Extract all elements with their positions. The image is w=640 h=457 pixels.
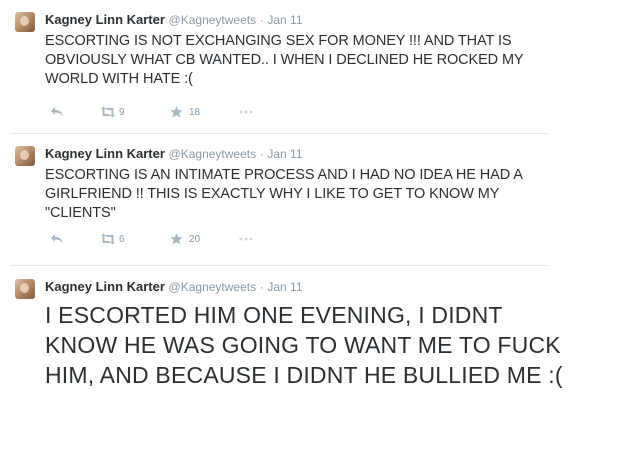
author-name[interactable]: Kagney Linn Karter <box>45 279 165 294</box>
tweet-date[interactable]: Jan 11 <box>267 280 302 294</box>
favorite-count: 18 <box>189 106 201 118</box>
tweet-header: Kagney Linn Karter @Kagneytweets · Jan 1… <box>45 279 303 295</box>
star-icon <box>170 233 184 245</box>
favorite-button[interactable]: 18 <box>170 106 200 118</box>
retweet-count: 9 <box>119 106 125 118</box>
author-handle[interactable]: @Kagneytweets <box>169 280 257 294</box>
tweet-date[interactable]: Jan 11 <box>267 13 302 27</box>
favorite-count: 20 <box>189 233 201 245</box>
star-icon <box>170 106 184 118</box>
reply-button[interactable] <box>50 106 64 118</box>
retweet-icon <box>100 233 115 245</box>
tweet-divider <box>10 133 548 134</box>
retweet-count: 6 <box>119 233 125 245</box>
header-separator: · <box>259 280 264 294</box>
more-icon <box>238 233 253 245</box>
more-icon <box>238 106 253 118</box>
tweet-divider <box>10 265 548 266</box>
tweet-header: Kagney Linn Karter @Kagneytweets · Jan 1… <box>45 146 303 162</box>
tweet-header: Kagney Linn Karter @Kagneytweets · Jan 1… <box>45 12 303 28</box>
header-separator: · <box>259 13 264 27</box>
more-button[interactable] <box>238 233 253 245</box>
header-separator: · <box>259 147 264 161</box>
retweet-button[interactable]: 9 <box>100 106 125 118</box>
avatar[interactable] <box>15 279 35 299</box>
reply-icon <box>50 233 64 245</box>
reply-icon <box>50 106 64 118</box>
favorite-button[interactable]: 20 <box>170 233 200 245</box>
tweet-text: ESCORTING IS NOT EXCHANGING SEX FOR MONE… <box>45 33 524 87</box>
retweet-button[interactable]: 6 <box>100 233 125 245</box>
tweet-date[interactable]: Jan 11 <box>267 147 302 161</box>
avatar[interactable] <box>15 146 35 166</box>
avatar[interactable] <box>15 12 35 32</box>
retweet-icon <box>100 106 115 118</box>
author-name[interactable]: Kagney Linn Karter <box>45 12 165 27</box>
tweet-text: I ESCORTED HIM ONE EVENING, I DIDNT KNOW… <box>45 302 563 388</box>
author-handle[interactable]: @Kagneytweets <box>169 13 257 27</box>
author-name[interactable]: Kagney Linn Karter <box>45 146 165 161</box>
more-button[interactable] <box>238 106 253 118</box>
reply-button[interactable] <box>50 233 64 245</box>
tweet-text: ESCORTING IS AN INTIMATE PROCESS AND I H… <box>45 167 522 221</box>
author-handle[interactable]: @Kagneytweets <box>169 147 257 161</box>
